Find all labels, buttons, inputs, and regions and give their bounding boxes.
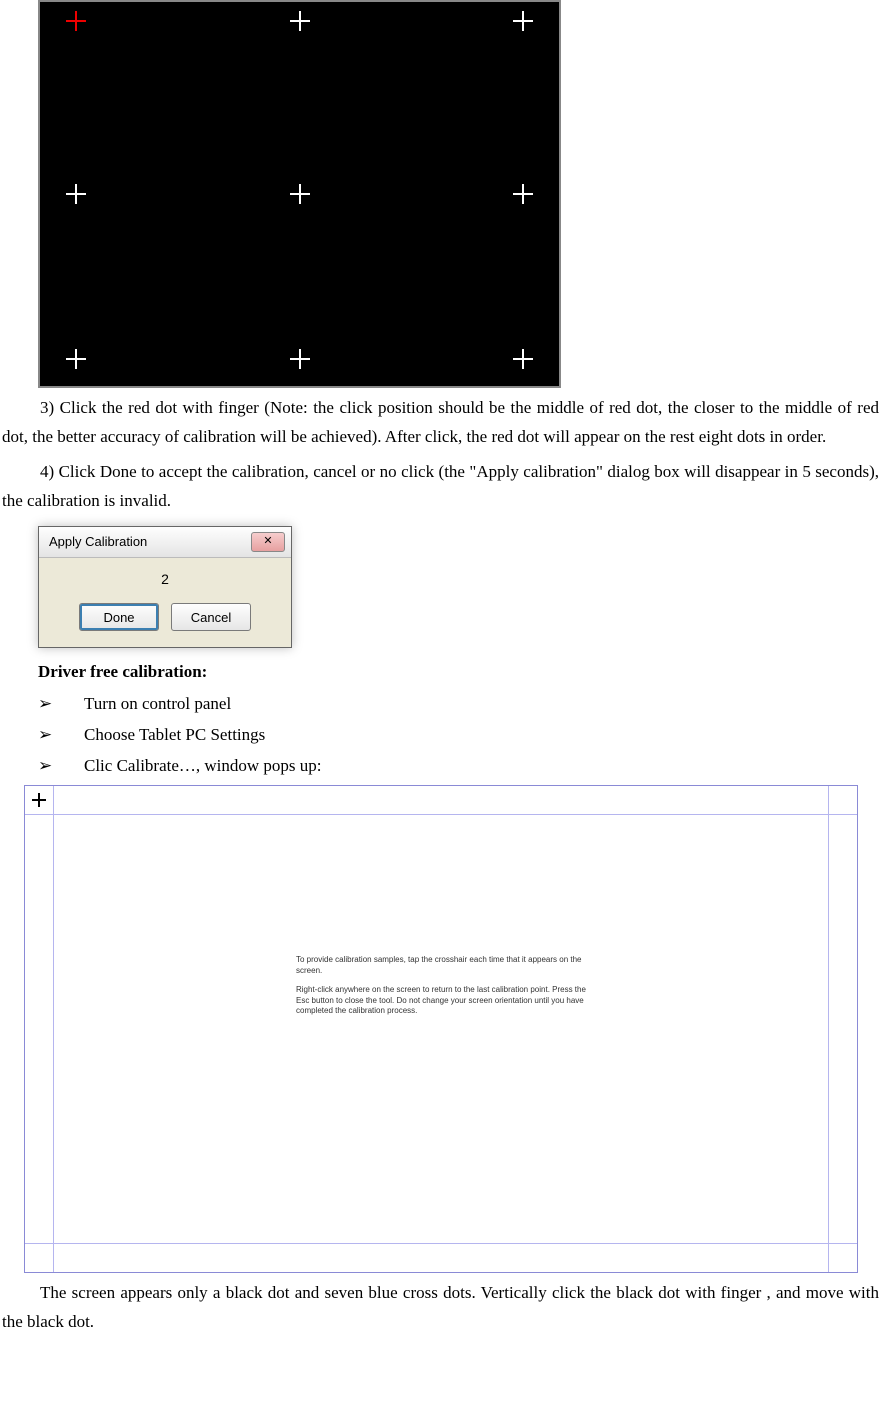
calibration-grid-figure (38, 0, 561, 388)
list-item: Clic Calibrate…, window pops up: (38, 751, 881, 782)
guide-line (25, 1243, 857, 1244)
calibration-dot (66, 184, 86, 204)
guide-line (25, 814, 857, 815)
calibration-dot (513, 184, 533, 204)
calibration-dot (66, 349, 86, 369)
list-item: Choose Tablet PC Settings (38, 720, 881, 751)
dialog-title: Apply Calibration (49, 531, 147, 553)
calibration-dot (290, 349, 310, 369)
calibration-dot (290, 184, 310, 204)
calibration-dot (513, 11, 533, 31)
calibration-dot-active (66, 11, 86, 31)
list-item: Turn on control panel (38, 689, 881, 720)
done-button[interactable]: Done (79, 603, 159, 631)
calibration-dot (290, 11, 310, 31)
instruction-line-1: To provide calibration samples, tap the … (296, 955, 586, 977)
close-icon: ✕ (263, 536, 272, 547)
instruction-step-3: 3) Click the red dot with finger (Note: … (0, 394, 881, 452)
calibration-dot (513, 349, 533, 369)
cancel-button[interactable]: Cancel (171, 603, 251, 631)
countdown-value: 2 (47, 568, 283, 592)
apply-calibration-dialog: Apply Calibration ✕ 2 Done Cancel (38, 526, 292, 649)
driver-free-steps: Turn on control panel Choose Tablet PC S… (38, 689, 881, 781)
guide-line (828, 786, 829, 1272)
instruction-final: The screen appears only a black dot and … (0, 1279, 881, 1337)
calibration-instructions: To provide calibration samples, tap the … (296, 955, 586, 1025)
close-button[interactable]: ✕ (251, 532, 285, 552)
instruction-line-2: Right-click anywhere on the screen to re… (296, 985, 586, 1017)
driver-free-heading: Driver free calibration: (38, 658, 881, 687)
instruction-step-4: 4) Click Done to accept the calibration,… (0, 458, 881, 516)
crosshair-icon (32, 793, 46, 807)
guide-line (53, 786, 54, 1272)
windows-calibration-figure: To provide calibration samples, tap the … (24, 785, 858, 1273)
